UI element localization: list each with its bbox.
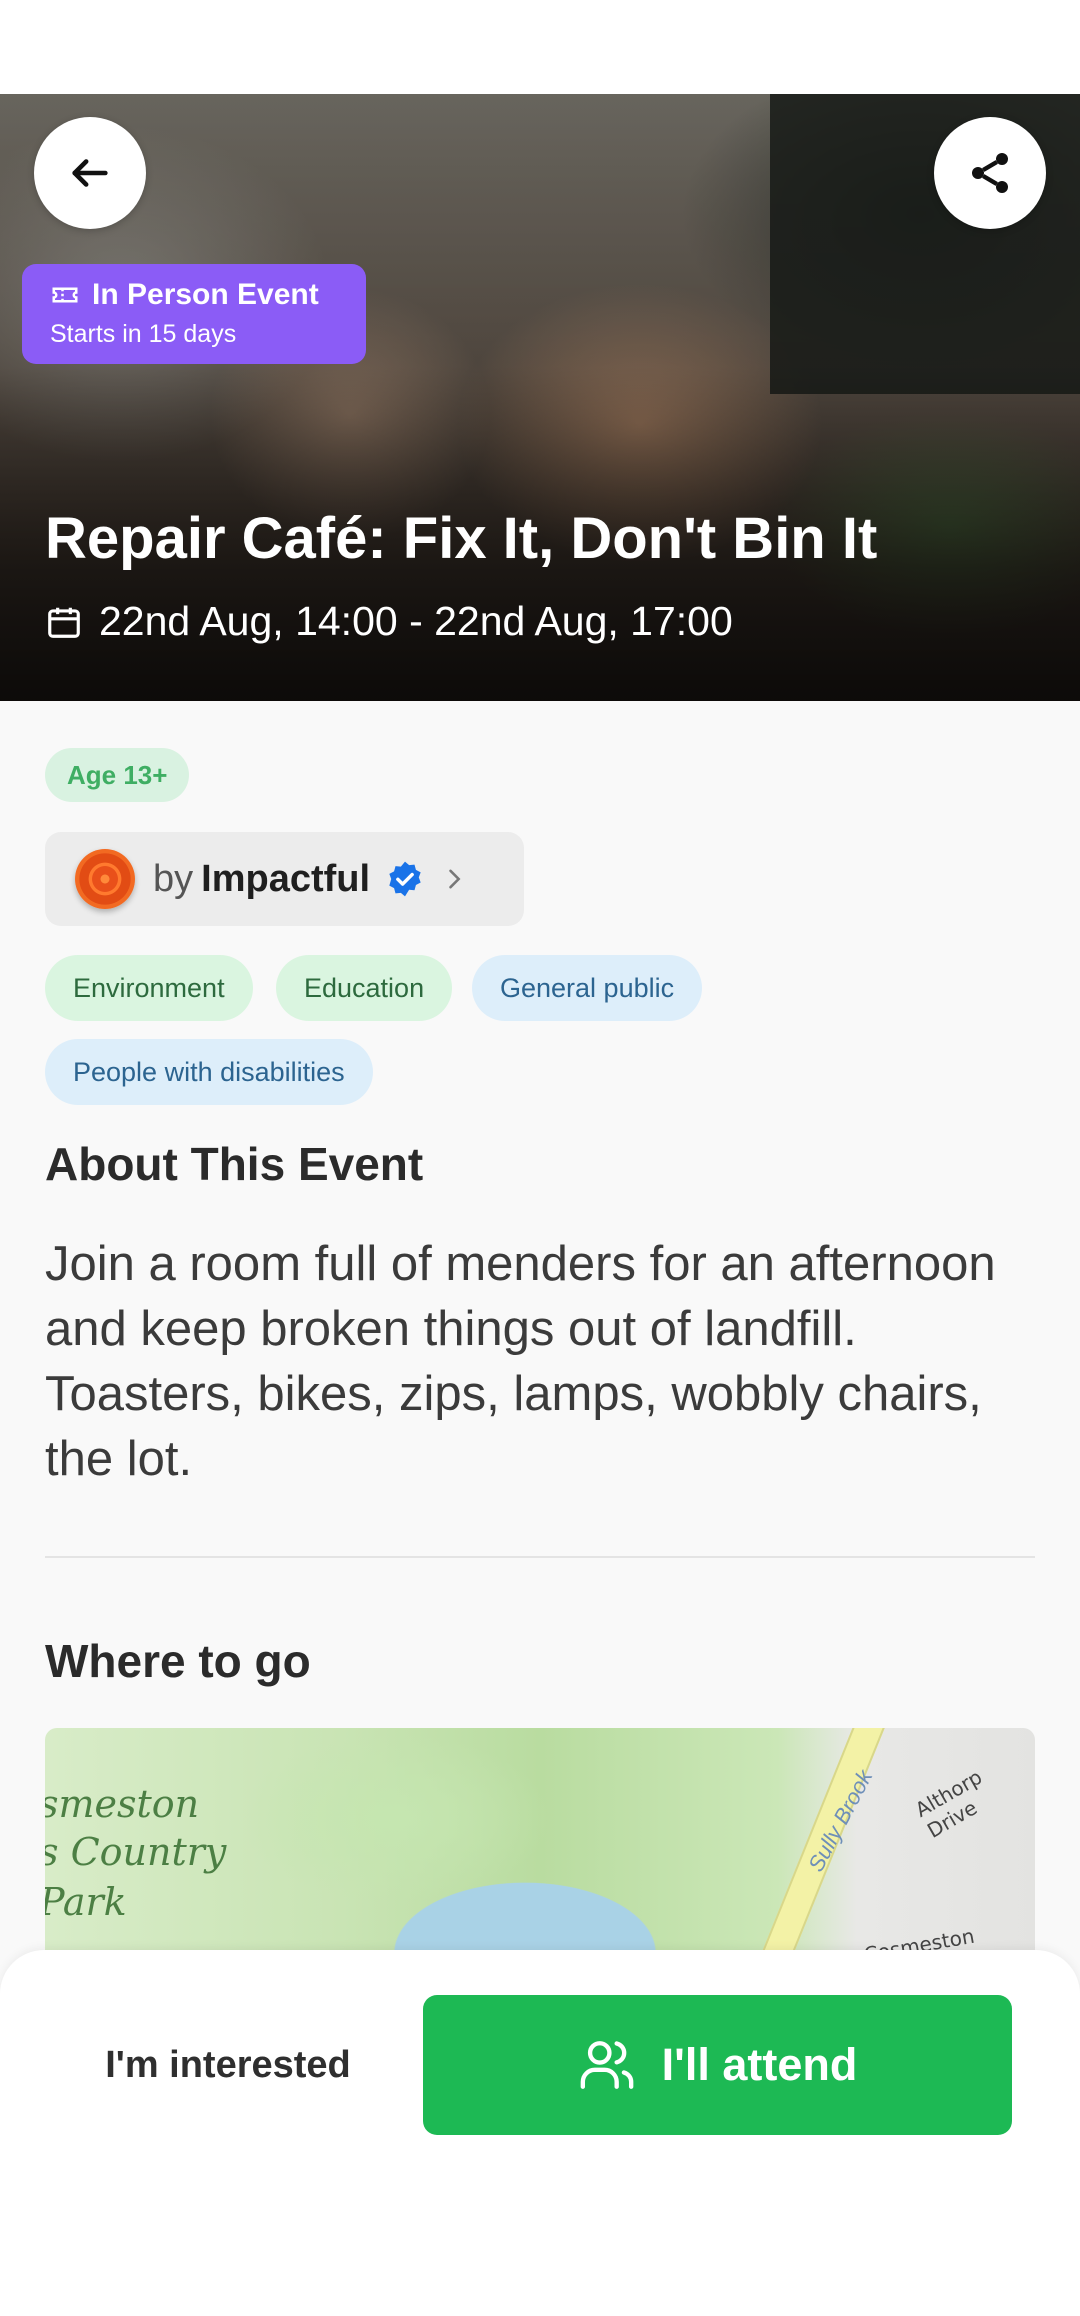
verified-badge-icon: [386, 860, 424, 898]
tag-environment[interactable]: Environment: [45, 955, 253, 1021]
event-type-badge: In Person Event Starts in 15 days: [22, 264, 366, 364]
badge-subtitle: Starts in 15 days: [50, 320, 237, 348]
users-icon: [578, 2036, 636, 2094]
tag-general-public[interactable]: General public: [472, 955, 703, 1021]
event-title: Repair Café: Fix It, Don't Bin It: [45, 506, 878, 571]
tag-education[interactable]: Education: [276, 955, 453, 1021]
event-date-text: 22nd Aug, 14:00 - 22nd Aug, 17:00: [99, 598, 733, 644]
age-restriction-chip: Age 13+: [45, 748, 190, 802]
organizer-prefix: by: [153, 857, 194, 900]
map-park-label-1: smeston: [45, 1782, 200, 1826]
about-heading: About This Event: [45, 1138, 424, 1190]
map-park-label-3: Park: [45, 1880, 127, 1924]
map-park-label-2: s Country: [45, 1830, 227, 1874]
event-date: 22nd Aug, 14:00 - 22nd Aug, 17:00: [45, 598, 733, 645]
chevron-right-icon: [440, 865, 468, 893]
organizer-name: Impactful: [201, 857, 371, 900]
back-button[interactable]: [34, 117, 146, 229]
organizer-row[interactable]: by Impactful: [45, 832, 524, 926]
interested-button[interactable]: I'm interested: [60, 1995, 396, 2135]
about-description: Join a room full of menders for an after…: [45, 1237, 996, 1486]
badge-title: In Person Event: [92, 278, 319, 311]
organizer-logo: [75, 849, 135, 909]
share-icon: [966, 149, 1014, 197]
location-map[interactable]: smeston s Country Park Sully Brook Altho…: [45, 1728, 1035, 1978]
attend-button[interactable]: I'll attend: [423, 1995, 1012, 2135]
arrow-left-icon: [67, 150, 113, 196]
map-road-label-1: Althorp Drive: [911, 1764, 987, 1843]
where-heading: Where to go: [45, 1635, 311, 1687]
status-bar: [0, 0, 1080, 94]
share-button[interactable]: [934, 117, 1046, 229]
calendar-icon: [45, 603, 83, 641]
tag-people-with-disabilities[interactable]: People with disabilities: [45, 1039, 373, 1105]
section-divider: [45, 1556, 1035, 1558]
attend-label: I'll attend: [661, 2039, 858, 2090]
ticket-icon: [50, 280, 80, 310]
